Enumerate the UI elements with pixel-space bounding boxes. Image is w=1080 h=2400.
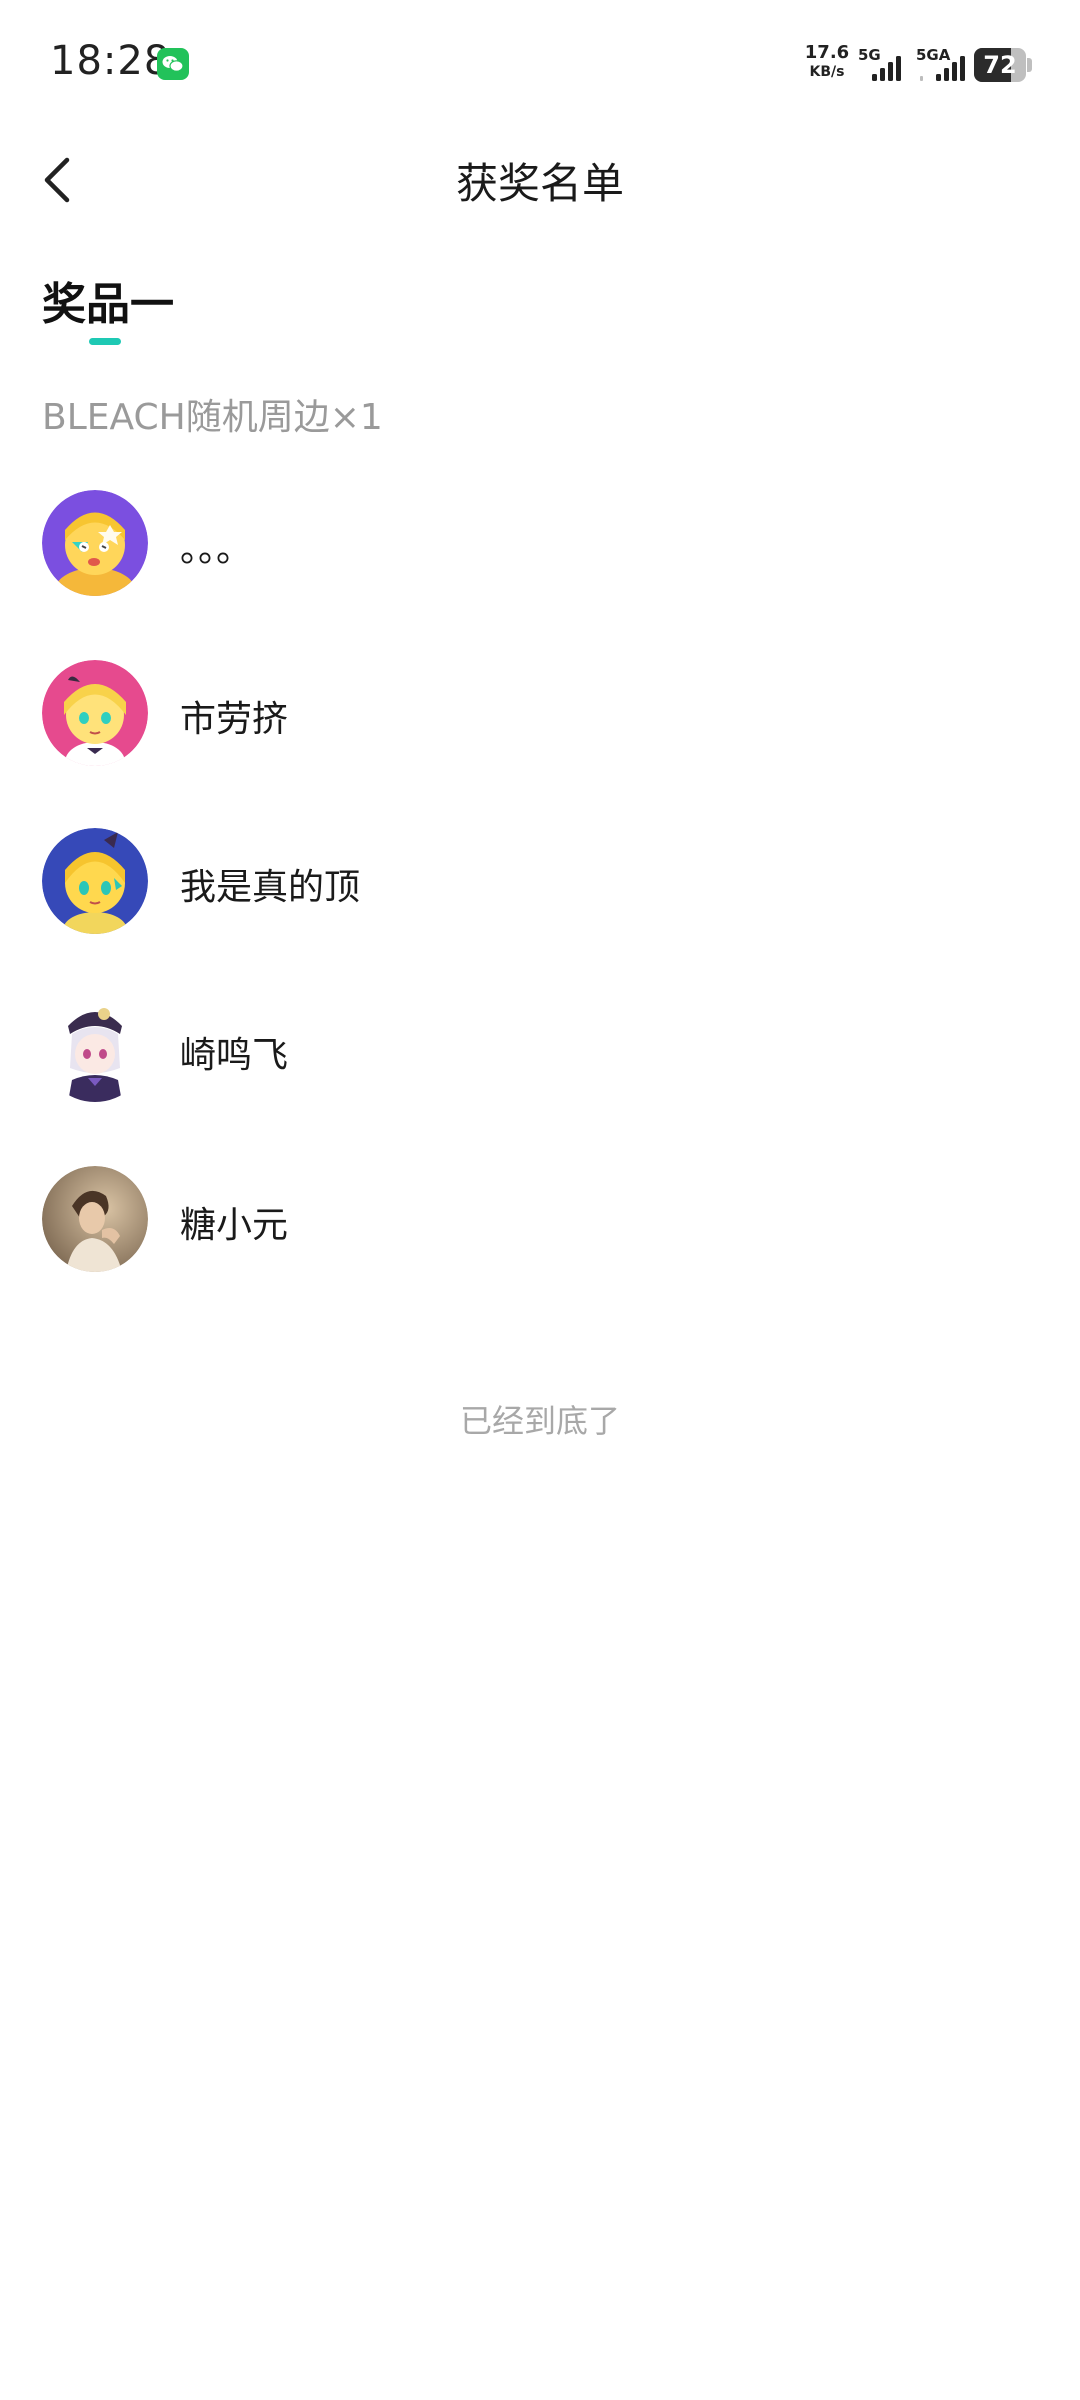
winner-row[interactable]: 我是真的顶 <box>0 806 1080 956</box>
avatar[interactable] <box>42 490 148 596</box>
avatar[interactable] <box>42 828 148 934</box>
winner-row[interactable]: 崎鸣飞 <box>0 974 1080 1124</box>
page-title: 获奖名单 <box>455 159 624 208</box>
wechat-icon <box>157 48 189 80</box>
avatar[interactable] <box>42 1166 148 1272</box>
avatar[interactable] <box>42 996 148 1102</box>
anime-girl-avatar-purple <box>42 490 148 596</box>
chevron-left-icon <box>44 157 70 203</box>
winner-row[interactable]: 。。。 <box>0 468 1080 618</box>
signal-bars-icon <box>920 56 965 81</box>
network-speed-unit: KB/s <box>809 64 845 80</box>
anime-character-avatar-white <box>42 996 148 1102</box>
signal-indicator-2: 5GA <box>916 46 976 84</box>
battery-icon: 72 <box>974 48 1032 82</box>
title-bar: 获奖名单 <box>0 130 1080 230</box>
prize-description: BLEACH随机周边×1 <box>42 397 383 438</box>
network-speed-value: 17.6 <box>804 42 850 63</box>
tab-prize-one-label: 奖品一 <box>42 279 174 330</box>
status-bar: 18:28 17.6 KB/s 5G 5GA 72 <box>0 0 1080 130</box>
avatar[interactable] <box>42 660 148 766</box>
winner-row[interactable]: 市劳挤 <box>0 638 1080 788</box>
anime-girl-avatar-blue <box>42 828 148 934</box>
battery-level: 72 <box>983 51 1017 79</box>
tab-prize-one[interactable]: 奖品一 <box>42 268 174 345</box>
winner-name: 我是真的顶 <box>180 867 361 908</box>
back-button[interactable] <box>30 148 90 212</box>
winner-name: 市劳挤 <box>180 699 289 740</box>
tab-active-indicator <box>89 338 121 345</box>
signal-indicator-1: 5G <box>858 46 908 84</box>
winner-name: 崎鸣飞 <box>180 1035 289 1076</box>
winner-name: 。。。 <box>180 529 253 570</box>
status-time: 18:28 <box>50 38 171 84</box>
list-end-text: 已经到底了 <box>459 1402 620 1440</box>
anime-girl-avatar-pink <box>42 660 148 766</box>
winner-name: 糖小元 <box>180 1205 289 1246</box>
photo-avatar-person <box>42 1166 148 1272</box>
signal-bars-icon <box>872 56 901 81</box>
winner-row[interactable]: 糖小元 <box>0 1144 1080 1294</box>
network-speed: 17.6 KB/s <box>802 42 852 80</box>
